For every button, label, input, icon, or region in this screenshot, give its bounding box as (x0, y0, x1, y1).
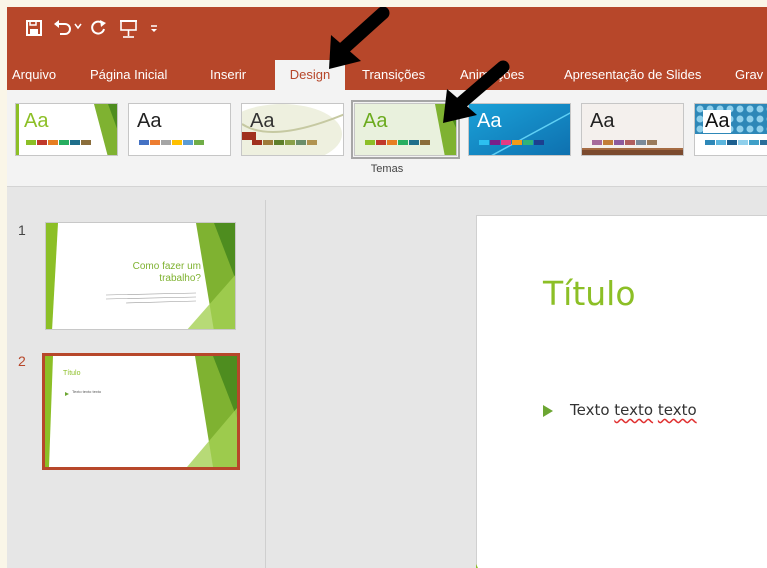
undo-dropdown-icon[interactable] (74, 22, 82, 44)
save-icon[interactable] (25, 19, 43, 41)
tab-gravar[interactable]: Grav (735, 60, 763, 90)
slide-number-2: 2 (18, 353, 26, 369)
slide-title[interactable]: Título (543, 274, 636, 313)
tab-arquivo[interactable]: Arquivo (12, 60, 56, 90)
theme-office[interactable]: Aa (128, 103, 231, 156)
annotation-arrow-icon (443, 60, 510, 123)
slide-2-title: Título (63, 370, 81, 377)
annotation-arrow-icon (329, 7, 390, 69)
theme-wood[interactable]: Aa (581, 103, 684, 156)
tab-inserir[interactable]: Inserir (210, 60, 246, 90)
slide-1-title: Como fazer um trabalho? (132, 261, 201, 284)
theme-wisp[interactable]: Aa (241, 103, 344, 156)
powerpoint-window: Arquivo Página Inicial Inserir Design Tr… (7, 7, 767, 568)
slide-editor[interactable]: Título Texto texto texto (266, 200, 767, 568)
current-slide[interactable]: Título Texto texto texto (476, 215, 767, 568)
slide-thumbnails-pane[interactable]: 1 Como fazer um trabalho? 2 Título Texto… (7, 200, 266, 568)
presentation-from-start-icon[interactable] (119, 19, 139, 41)
themes-group-label: Temas (370, 163, 404, 175)
tab-apresentacao[interactable]: Apresentação de Slides (564, 60, 701, 90)
redo-icon[interactable] (90, 19, 108, 41)
slide-bullet-text[interactable]: Texto texto texto (570, 401, 697, 419)
slide-corner-accent-icon (476, 564, 478, 568)
tab-pagina-inicial[interactable]: Página Inicial (90, 60, 167, 90)
slide-2-bullet: Texto texto texto (72, 389, 102, 394)
slide-number-1: 1 (18, 222, 26, 238)
theme-facet-green[interactable]: Aa (15, 103, 118, 156)
slide-thumbnail-1[interactable]: Como fazer um trabalho? (45, 222, 236, 330)
customize-qat-icon[interactable] (149, 19, 159, 41)
undo-icon[interactable] (52, 19, 72, 41)
slide-thumbnail-2[interactable]: Título Texto texto texto (42, 353, 240, 470)
themes-gallery: Aa Aa Aa Aa Aa Aa Aa (13, 100, 767, 162)
bullet-arrow-icon (543, 405, 553, 417)
theme-pattern[interactable]: Aa (694, 103, 767, 156)
design-ribbon: Aa Aa Aa Aa Aa Aa Aa Temas (7, 90, 767, 187)
